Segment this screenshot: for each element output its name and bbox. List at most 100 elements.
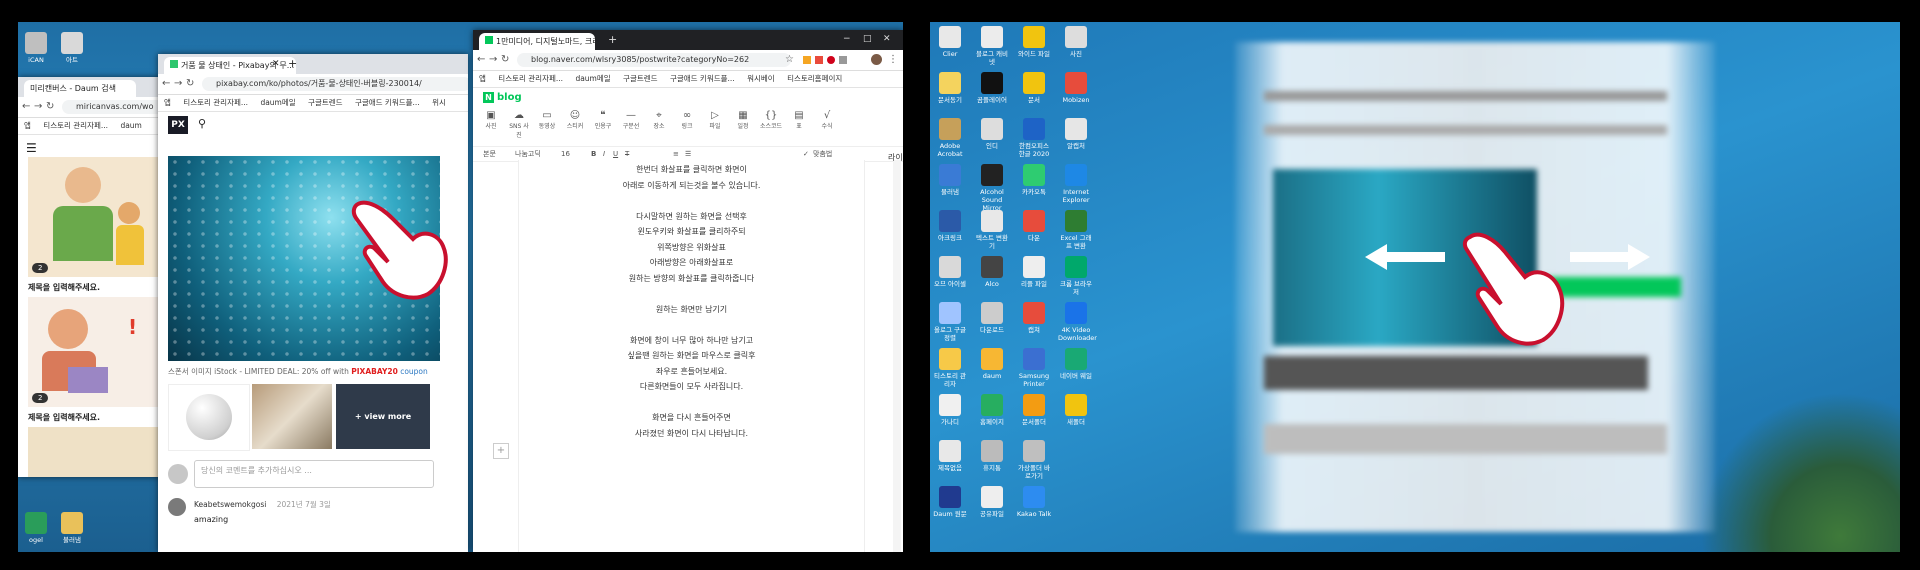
desktop-icon[interactable]: 크롬 브라우저 — [1058, 256, 1094, 296]
bookmark-wishbay[interactable]: 워시베이 — [747, 74, 775, 83]
pixabay-url-input[interactable]: pixabay.com/ko/photos/거품-물-상태인-버블링-23001… — [202, 77, 468, 91]
daum-browser-window[interactable]: 미리캔버스 - Daum 검색 ← → ↻ miricanvas.com/wo … — [18, 77, 178, 477]
bookmark-daum-mail[interactable]: daum메일 — [575, 74, 610, 83]
blog-paragraph[interactable]: 싶을땐 원하는 화면을 마우스로 클릭후 — [519, 348, 864, 364]
desktop-icon[interactable]: 물러냄 — [932, 164, 968, 196]
bookmark-tistory[interactable]: 티스토리 관리자페... — [498, 74, 563, 83]
desktop-icon[interactable]: 다운 — [1016, 210, 1052, 242]
close-tab-icon[interactable]: ✕ — [272, 59, 280, 69]
align-button[interactable]: ≡ — [673, 147, 679, 161]
bookmark-tistory-home[interactable]: 티스토리홈페이지 — [787, 74, 842, 83]
bookmark-google-ads[interactable]: 구글애드 키워드플... — [355, 98, 420, 107]
blog-paragraph[interactable]: 화면을 다시 흔들어주면 — [519, 410, 864, 426]
bookmark-google-trends[interactable]: 구글트렌드 — [308, 98, 343, 107]
strike-button[interactable]: T — [625, 147, 629, 161]
underline-button[interactable]: U — [613, 147, 618, 161]
template-card[interactable]: 2 — [28, 157, 178, 277]
desktop-icon[interactable]: 오므 아이셀 — [932, 256, 968, 288]
bookmark-apps[interactable]: 앱 — [24, 121, 31, 130]
menu-icon[interactable]: ⋮ — [888, 54, 898, 65]
desktop-icon[interactable]: 한컴오피스 한글 2020 — [1016, 118, 1052, 158]
sponsor-thumb-sphere[interactable] — [168, 384, 250, 451]
desktop-icon[interactable]: Mobizen — [1058, 72, 1094, 104]
desktop-icon[interactable]: daum — [974, 348, 1010, 380]
bookmark-daum[interactable]: daum — [120, 121, 141, 130]
desktop-icon[interactable]: 홈페이지 — [974, 394, 1010, 426]
desktop-icon[interactable]: 제목없음 — [932, 440, 968, 472]
blog-paragraph[interactable]: 다른화면들이 모두 사라집니다. — [519, 379, 864, 395]
blog-paragraph[interactable]: 원하는 방향의 화살표를 클릭하줍니다 — [519, 271, 864, 287]
spellcheck-button[interactable]: 맞춤법 — [813, 147, 832, 161]
blog-paragraph[interactable]: 아래로 이동하게 되는것을 볼수 있습니다. — [519, 178, 864, 194]
desktop-icon[interactable]: Excel 그래프 변환 — [1058, 210, 1094, 250]
blog-url-input[interactable]: blog.naver.com/wlsry3085/postwrite?categ… — [517, 53, 791, 67]
font-select[interactable]: 나눔고딕 — [515, 147, 541, 161]
maximize-icon[interactable]: □ — [863, 34, 872, 44]
blog-brand[interactable]: Nblog — [483, 92, 522, 103]
desktop-icon[interactable]: 휴지통 — [974, 440, 1010, 472]
tool-table[interactable]: ▤ 표 — [787, 110, 811, 140]
search-icon[interactable]: ⚲ — [198, 117, 206, 130]
bookmark-tistory[interactable]: 티스토리 관리자페... — [183, 98, 248, 107]
blank-line[interactable] — [519, 286, 864, 302]
desktop-icon[interactable]: 아크링크 — [932, 210, 968, 242]
blog-paragraph[interactable]: 아래방향은 아래화살표로 — [519, 255, 864, 271]
blog-paragraph[interactable]: 윈도우키와 화살표를 클리하주되 — [519, 224, 864, 240]
tool-divider[interactable]: — 구분선 — [619, 110, 643, 140]
blog-tab[interactable]: 1만미디어, 디지털노마드, 크리... — [479, 33, 595, 50]
desktop-icon[interactable]: 블로그 캐비넷 — [974, 26, 1010, 66]
desktop-icon[interactable]: 4K Video Downloader — [1058, 302, 1097, 342]
desktop-icon[interactable]: 가나디 — [932, 394, 968, 426]
bookmark-apps[interactable]: 앱 — [479, 74, 486, 83]
forward-icon[interactable]: → — [489, 54, 497, 65]
commenter-name[interactable]: Keabetswemokgosi 2021년 7월 3일 — [194, 499, 331, 510]
desktop-icon[interactable]: 새폴더 — [1058, 394, 1094, 426]
tool-video[interactable]: ▭ 동영상 — [535, 110, 559, 140]
bookmark-tistory[interactable]: 티스토리 관리자페... — [43, 121, 108, 130]
desktop-icon[interactable]: Daum 원문 — [932, 486, 968, 518]
blank-line[interactable] — [519, 193, 864, 209]
desktop-icon[interactable]: 가상폴더 바로가기 — [1016, 440, 1052, 480]
desktop-icon[interactable]: 공유파일 — [974, 486, 1010, 518]
desktop-icon[interactable]: Clier — [932, 26, 968, 58]
tool-formula[interactable]: √ 수식 — [815, 110, 839, 140]
hamburger-menu-icon[interactable]: ☰ — [26, 141, 37, 155]
reload-icon[interactable]: ↻ — [501, 54, 509, 65]
paragraph-style-select[interactable]: 본문 — [483, 147, 496, 161]
desktop-icon[interactable]: 카카오톡 — [1016, 164, 1052, 196]
back-icon[interactable]: ← — [477, 54, 485, 65]
desktop-icon[interactable]: 곰플레이어 — [974, 72, 1010, 104]
desktop-icon[interactable]: 티스토리 관리자 — [932, 348, 968, 388]
desktop-icon[interactable]: 캡쳐 — [1016, 302, 1052, 334]
desktop-icon[interactable]: 불러냄 — [54, 512, 90, 544]
forward-icon[interactable]: → — [174, 78, 182, 89]
sponsor-thumb-faucet[interactable] — [252, 384, 332, 449]
scrollbar[interactable] — [893, 160, 901, 552]
desktop-icon[interactable]: 와이드 파일 — [1016, 26, 1052, 58]
pixabay-browser-window[interactable]: 거품 물 상태인 - Pixabay의 무... ✕ + ← → ↻ pixab… — [158, 54, 468, 552]
back-icon[interactable]: ← — [162, 78, 170, 89]
tool-place[interactable]: ⌖ 장소 — [647, 110, 671, 140]
blog-paragraph[interactable]: 사라졌던 화면이 다시 나타납니다. — [519, 426, 864, 442]
desktop-icon[interactable]: 사진 — [1058, 26, 1094, 58]
tool-schedule[interactable]: ▦ 일정 — [731, 110, 755, 140]
desktop-icon[interactable]: iCAN — [18, 32, 54, 64]
blog-paragraph[interactable]: 좌우로 흔들어보세요. — [519, 364, 864, 380]
template-card[interactable] — [28, 427, 178, 477]
desktop-icon[interactable]: 다운로드 — [974, 302, 1010, 334]
close-window-icon[interactable]: ✕ — [883, 34, 891, 44]
add-block-button[interactable]: + — [493, 443, 509, 459]
desktop-icon[interactable]: 문서동기 — [932, 72, 968, 104]
coupon-word[interactable]: coupon — [400, 367, 428, 376]
desktop-icon[interactable]: 네이버 웨일 — [1058, 348, 1094, 380]
tool-quote[interactable]: ❝ 인용구 — [591, 110, 615, 140]
blog-body-text[interactable]: 한번더 화살표를 클릭하면 화면이 아래로 이동하게 되는것을 볼수 있습니다. 다… — [519, 160, 864, 441]
desktop-icon[interactable]: Samsung Printer — [1016, 348, 1052, 388]
tool-source-code[interactable]: {} 소스코드 — [759, 110, 783, 140]
blog-paragraph[interactable]: 원하는 화면만 남기기 — [519, 302, 864, 318]
desktop-icon[interactable]: Internet Explorer — [1058, 164, 1094, 204]
tool-photo[interactable]: ▣ 사진 — [479, 110, 503, 140]
new-tab-icon[interactable]: + — [608, 33, 617, 46]
blog-paragraph[interactable]: 화면에 창이 너무 많아 하나만 남기고 — [519, 333, 864, 349]
bookmark-daum-mail[interactable]: daum메일 — [260, 98, 295, 107]
